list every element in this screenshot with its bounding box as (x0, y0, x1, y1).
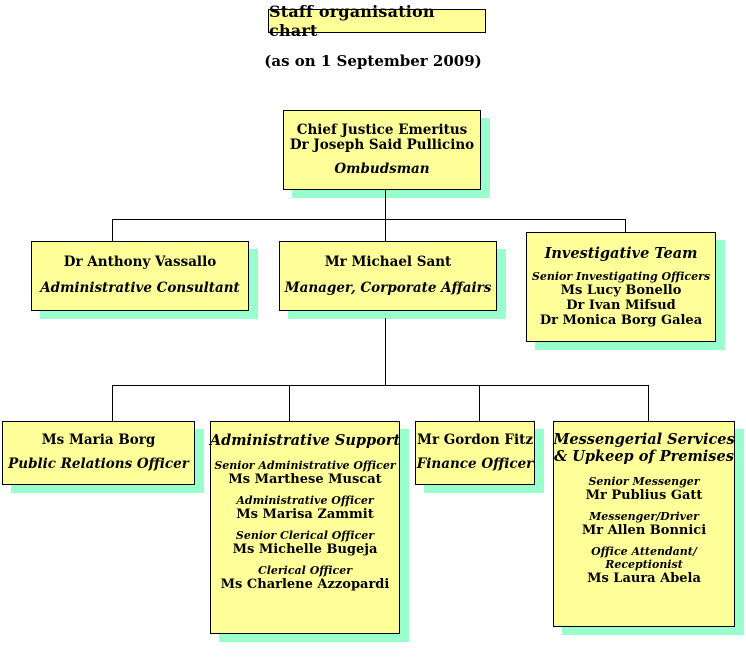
connector-drop-public-relations (112, 385, 113, 421)
investigative-team-heading: Investigative Team (544, 245, 698, 263)
messengerial-staff-name: Mr Publius Gatt (585, 488, 703, 504)
node-investigative-team[interactable]: Investigative Team Senior Investigating … (526, 232, 716, 342)
node-messengerial-services[interactable]: Messengerial Services & Upkeep of Premis… (553, 421, 735, 627)
connector-drop-manager (385, 219, 386, 241)
manager-role: Manager, Corporate Affairs (284, 280, 492, 297)
connector-manager-drop (385, 318, 386, 385)
consultant-role: Administrative Consultant (40, 280, 240, 297)
administrative-support-staff-name: Ms Marisa Zammit (236, 506, 374, 522)
connector-bus-level3 (112, 385, 648, 386)
administrative-support-staff-name: Ms Charlene Azzopardi (220, 576, 390, 592)
connector-drop-messengerial (648, 385, 649, 421)
investigative-team-member: Dr Monica Borg Galea (539, 313, 703, 328)
page-title: Staff organisation chart (268, 2, 486, 40)
investigative-team-member: Ms Lucy Bonello (560, 283, 682, 299)
manager-name: Mr Michael Sant (324, 254, 452, 271)
connector-drop-finance (479, 385, 480, 421)
messengerial-heading-line1: Messengerial Services (553, 431, 735, 448)
administrative-support-staff-title: Clerical Officer (257, 563, 353, 577)
node-administrative-consultant[interactable]: Dr Anthony Vassallo Administrative Consu… (31, 241, 249, 311)
administrative-support-staff-name: Ms Michelle Bugeja (232, 541, 378, 557)
connector-drop-consultant (112, 219, 113, 241)
administrative-support-heading: Administrative Support (209, 432, 401, 449)
node-public-relations-officer[interactable]: Ms Maria Borg Public Relations Officer (2, 421, 195, 485)
ombudsman-role: Ombudsman (334, 160, 430, 177)
finance-role: Finance Officer (416, 456, 534, 473)
node-manager-corporate-affairs[interactable]: Mr Michael Sant Manager, Corporate Affai… (279, 241, 497, 311)
public-relations-name: Ms Maria Borg (41, 432, 156, 449)
administrative-support-staff-name: Ms Marthese Muscat (228, 472, 382, 488)
ombudsman-name-line1: Chief Justice Emeritus (296, 121, 468, 138)
connector-drop-administrative-support (289, 385, 290, 421)
node-ombudsman[interactable]: Chief Justice Emeritus Dr Joseph Said Pu… (283, 110, 481, 190)
connector-bus-level2 (112, 219, 626, 220)
public-relations-role: Public Relations Officer (8, 456, 189, 473)
connector-ombudsman-drop (385, 190, 386, 219)
node-finance-officer[interactable]: Mr Gordon Fitz Finance Officer (415, 421, 535, 485)
ombudsman-name-line2: Dr Joseph Said Pullicino (289, 136, 475, 153)
messengerial-heading-line2: & Upkeep of Premises (554, 448, 734, 466)
page-subtitle: (as on 1 September 2009) (264, 52, 482, 70)
messengerial-staff-name: Ms Laura Abela (587, 570, 701, 586)
connector-drop-investigative-team (625, 219, 626, 232)
investigative-team-member: Dr Ivan Mifsud (566, 298, 676, 314)
node-administrative-support[interactable]: Administrative Support Senior Administra… (210, 421, 400, 634)
messengerial-staff-name: Mr Allen Bonnici (581, 523, 707, 539)
administrative-support-staff-title: Senior Clerical Officer (235, 528, 375, 542)
consultant-name: Dr Anthony Vassallo (63, 254, 217, 271)
finance-name: Mr Gordon Fitz (417, 432, 533, 449)
